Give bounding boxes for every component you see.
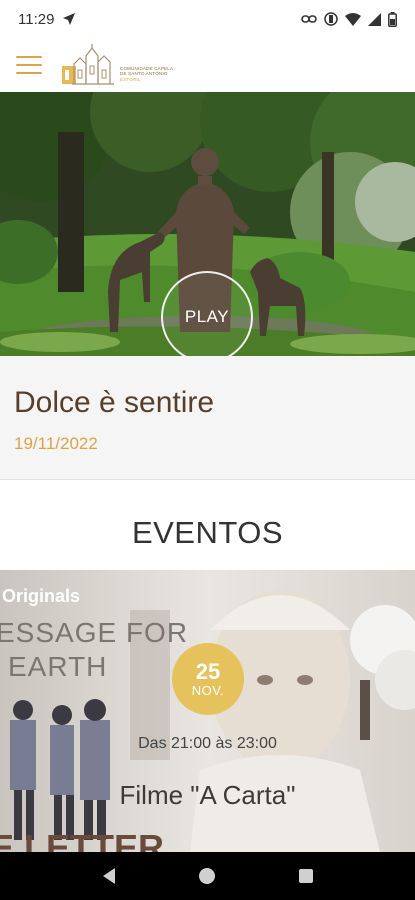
status-right — [301, 11, 397, 27]
poster-text-line1: ESSAGE FOR — [0, 617, 188, 648]
play-button[interactable]: PLAY — [161, 271, 253, 356]
play-label: PLAY — [184, 307, 230, 326]
system-nav-bar — [0, 852, 415, 900]
link-icon — [301, 15, 317, 23]
events-section-title: EVENTOS — [131, 515, 284, 550]
vibrate-icon — [324, 12, 338, 26]
event-date-badge: 25 NOV. — [172, 643, 244, 715]
status-bar: 11:29 — [0, 0, 415, 38]
event-day: 25 — [195, 658, 221, 684]
poster-text-bottom: E LETTER — [0, 827, 164, 852]
app-header: COMUNIDADE CAPELA DE SANTO ANTÓNIO ESTOR… — [0, 38, 415, 92]
poster-text-line2: EARTH — [8, 651, 107, 682]
home-circle-icon[interactable] — [187, 856, 227, 896]
recents-square-icon[interactable] — [286, 856, 326, 896]
battery-icon — [388, 11, 397, 27]
featured-card[interactable]: Dolce è sentire 19/11/2022 — [0, 356, 415, 480]
chapel-logo-icon — [62, 44, 114, 85]
hero-image[interactable]: PLAY — [0, 92, 415, 356]
event-title: Filme "A Carta" — [119, 780, 296, 810]
featured-date: 19/11/2022 — [14, 434, 98, 453]
hamburger-menu-icon[interactable] — [16, 56, 42, 74]
status-time: 11:29 — [18, 10, 55, 28]
back-triangle-icon[interactable] — [89, 856, 129, 896]
wifi-icon — [345, 12, 361, 26]
event-time: Das 21:00 às 23:00 — [138, 735, 277, 752]
status-left: 11:29 — [18, 11, 76, 28]
featured-title: Dolce è sentire — [14, 386, 215, 419]
signal-icon — [368, 12, 381, 26]
logo-line3: ESTORIL — [120, 76, 141, 82]
navigation-icon — [63, 13, 76, 25]
app-logo[interactable]: COMUNIDADE CAPELA DE SANTO ANTÓNIO ESTOR… — [62, 42, 173, 88]
poster-text-originals: Originals — [2, 586, 80, 606]
event-month: NOV. — [191, 682, 225, 698]
logo-text: COMUNIDADE CAPELA DE SANTO ANTÓNIO ESTOR… — [120, 66, 173, 83]
